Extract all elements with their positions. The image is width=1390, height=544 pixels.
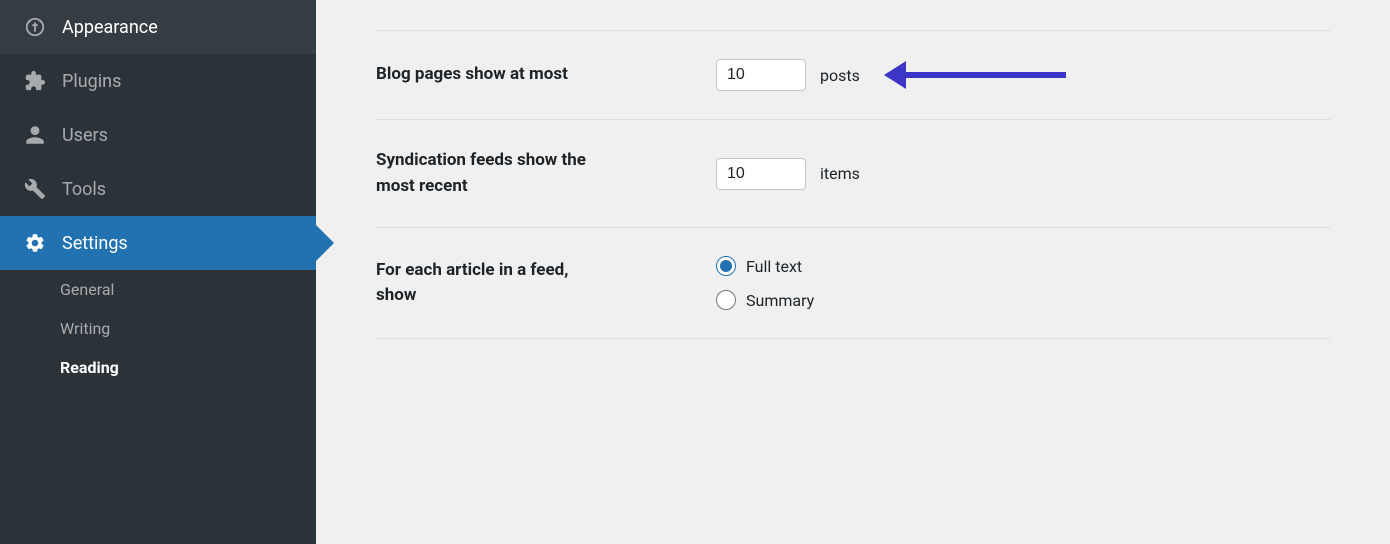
arrow-line [906,72,1066,78]
appearance-icon [22,16,48,38]
sidebar-item-plugins[interactable]: Plugins [0,54,316,108]
radio-summary[interactable] [716,290,736,310]
settings-submenu: General Writing Reading [0,270,316,387]
sidebar-item-tools[interactable]: Tools [0,162,316,216]
sidebar-item-settings[interactable]: Settings [0,216,316,270]
feed-display-radio-group: Full text Summary [716,256,814,310]
blog-pages-input[interactable] [716,59,806,91]
radio-option-full-text[interactable]: Full text [716,256,814,276]
tools-icon [22,178,48,200]
blog-pages-field: posts [716,59,1330,91]
sidebar-item-appearance-label: Appearance [62,17,158,38]
sidebar-item-settings-label: Settings [62,233,128,254]
blog-pages-row: Blog pages show at most posts [376,30,1330,120]
syndication-feeds-field: items [716,158,1330,190]
settings-icon [22,232,48,254]
sidebar-item-appearance[interactable]: Appearance [0,0,316,54]
submenu-item-writing[interactable]: Writing [0,309,316,348]
arrow-head [884,61,906,89]
radio-option-summary[interactable]: Summary [716,290,814,310]
syndication-feeds-row: Syndication feeds show the most recent i… [376,120,1330,228]
feed-article-field: Full text Summary [716,256,1330,310]
submenu-item-general[interactable]: General [0,270,316,309]
feed-article-label: For each article in a feed, show [376,258,716,309]
arrow-annotation [884,61,1066,89]
syndication-feeds-unit: items [820,164,860,183]
plugins-icon [22,70,48,92]
main-content: Blog pages show at most posts Syndicatio… [316,0,1390,544]
syndication-feeds-input[interactable] [716,158,806,190]
feed-article-row: For each article in a feed, show Full te… [376,228,1330,339]
sidebar-item-users[interactable]: Users [0,108,316,162]
blog-pages-label: Blog pages show at most [376,62,716,88]
sidebar-item-plugins-label: Plugins [62,71,121,92]
submenu-item-reading[interactable]: Reading [0,348,316,387]
sidebar-item-tools-label: Tools [62,179,106,200]
blog-pages-unit: posts [820,66,860,85]
sidebar: Appearance Plugins Users Tools Settings … [0,0,316,544]
radio-summary-label: Summary [746,291,814,310]
radio-full-text-label: Full text [746,257,802,276]
sidebar-item-users-label: Users [62,125,108,146]
users-icon [22,124,48,146]
radio-full-text[interactable] [716,256,736,276]
syndication-feeds-label: Syndication feeds show the most recent [376,148,716,199]
